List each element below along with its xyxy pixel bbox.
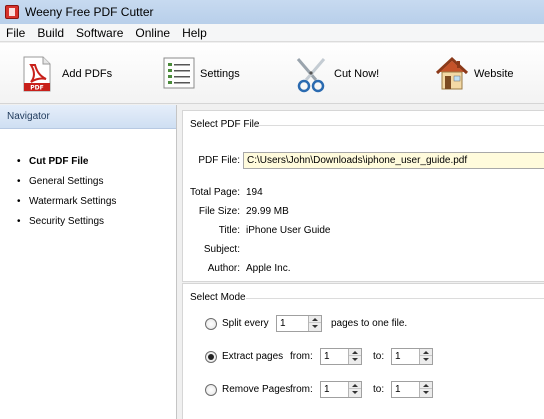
menu-software[interactable]: Software — [70, 26, 129, 40]
split-every-radio[interactable] — [205, 318, 217, 330]
menu-build[interactable]: Build — [31, 26, 70, 40]
split-suffix-label: pages to one file. — [331, 318, 408, 329]
stepper-up-button[interactable] — [420, 349, 432, 356]
toolbar: PDF Add PDFs Settings Cut Now! Website — [0, 43, 544, 104]
nav-item-security-settings[interactable]: Security Settings — [0, 212, 176, 232]
cut-now-label: Cut Now! — [334, 67, 380, 80]
nav-item-label: General Settings — [29, 176, 104, 187]
website-label: Website — [474, 67, 514, 80]
stepper-buttons — [308, 316, 321, 331]
title-value: iPhone User Guide — [246, 225, 331, 236]
chevron-down-icon — [352, 391, 358, 394]
split-every-label: Split every — [222, 318, 269, 329]
file-size-label: File Size: — [198, 206, 240, 217]
stepper-buttons — [348, 382, 361, 397]
app-pdf-icon — [5, 5, 19, 19]
chevron-up-icon — [423, 383, 429, 387]
settings-label: Settings — [200, 67, 240, 80]
website-button[interactable]: Website — [435, 43, 514, 104]
extract-to-value: 1 — [395, 351, 401, 362]
select-pdf-file-title: Select PDF File — [190, 119, 260, 130]
split-pages-value: 1 — [280, 318, 286, 329]
select-mode-title: Select Mode — [190, 292, 246, 303]
stepper-down-button[interactable] — [420, 389, 432, 396]
add-pdfs-button[interactable]: PDF Add PDFs — [22, 43, 112, 104]
cut-now-button[interactable]: Cut Now! — [294, 43, 379, 104]
stepper-up-button[interactable] — [420, 382, 432, 389]
pdf-file-label: PDF File: — [198, 155, 240, 166]
remove-to-label: to: — [373, 384, 385, 395]
chevron-down-icon — [423, 391, 429, 394]
file-size-value: 29.99 MB — [246, 206, 289, 217]
chevron-up-icon — [352, 383, 358, 387]
chevron-up-icon — [312, 317, 318, 321]
remove-to-stepper[interactable]: 1 — [391, 381, 433, 398]
total-page-label: Total Page: — [189, 187, 240, 198]
window-title: Weeny Free PDF Cutter — [25, 5, 154, 19]
stepper-down-button[interactable] — [420, 356, 432, 363]
author-value: Apple Inc. — [246, 263, 291, 274]
extract-from-value: 1 — [324, 351, 330, 362]
chevron-down-icon — [312, 325, 318, 328]
group-divider — [255, 125, 544, 126]
extract-pages-label: Extract pages — [222, 351, 284, 362]
stepper-buttons — [419, 382, 432, 397]
subject-label: Subject: — [203, 244, 240, 255]
select-mode-group: Select Mode Split every 1 pages to one f… — [182, 283, 544, 419]
remove-pages-radio[interactable] — [205, 384, 217, 396]
menu-help[interactable]: Help — [176, 26, 213, 40]
remove-pages-label: Remove Pages — [222, 384, 291, 395]
checklist-icon — [161, 56, 197, 92]
settings-button[interactable]: Settings — [161, 43, 240, 104]
main-panel: Select PDF File PDF File: C:\Users\John\… — [182, 105, 544, 419]
chevron-up-icon — [352, 350, 358, 354]
navigator-panel: Navigator Cut PDF File General Settings … — [0, 105, 177, 419]
stepper-buttons — [348, 349, 361, 364]
nav-item-watermark-settings[interactable]: Watermark Settings — [0, 192, 176, 212]
extract-from-stepper[interactable]: 1 — [320, 348, 362, 365]
svg-text:PDF: PDF — [30, 84, 43, 91]
extract-pages-radio[interactable] — [205, 351, 217, 363]
stepper-down-button[interactable] — [349, 389, 361, 396]
chevron-up-icon — [423, 350, 429, 354]
extract-to-label: to: — [373, 351, 385, 362]
nav-item-label: Cut PDF File — [29, 156, 89, 167]
remove-to-value: 1 — [395, 384, 401, 395]
remove-from-value: 1 — [324, 384, 330, 395]
menu-file[interactable]: File — [0, 26, 31, 40]
chevron-down-icon — [423, 358, 429, 361]
nav-item-general-settings[interactable]: General Settings — [0, 172, 176, 192]
title-label: Title: — [218, 225, 240, 236]
stepper-up-button[interactable] — [349, 349, 361, 356]
stepper-down-button[interactable] — [309, 323, 321, 330]
total-page-value: 194 — [246, 187, 263, 198]
extract-from-label: from: — [290, 351, 313, 362]
chevron-down-icon — [352, 358, 358, 361]
menu-bar: File Build Software Online Help — [0, 24, 544, 42]
menu-online[interactable]: Online — [129, 26, 176, 40]
remove-from-label: from: — [290, 384, 313, 395]
navigator-list: Cut PDF File General Settings Watermark … — [0, 129, 176, 232]
pdf-file-input[interactable]: C:\Users\John\Downloads\iphone_user_guid… — [243, 152, 544, 169]
add-pdfs-label: Add PDFs — [62, 67, 113, 80]
pdf-document-icon: PDF — [22, 56, 56, 92]
select-pdf-file-group: Select PDF File PDF File: C:\Users\John\… — [182, 110, 544, 282]
stepper-buttons — [419, 349, 432, 364]
author-label: Author: — [207, 263, 240, 274]
stepper-up-button[interactable] — [349, 382, 361, 389]
navigator-header: Navigator — [0, 105, 176, 129]
stepper-up-button[interactable] — [309, 316, 321, 323]
house-icon — [435, 56, 469, 92]
title-bar: Weeny Free PDF Cutter — [0, 0, 544, 24]
nav-item-label: Watermark Settings — [29, 196, 117, 207]
remove-from-stepper[interactable]: 1 — [320, 381, 362, 398]
group-divider — [246, 298, 544, 299]
nav-item-label: Security Settings — [29, 216, 105, 227]
stepper-down-button[interactable] — [349, 356, 361, 363]
split-pages-stepper[interactable]: 1 — [276, 315, 322, 332]
scissors-icon — [294, 56, 328, 92]
nav-item-cut-pdf-file[interactable]: Cut PDF File — [0, 152, 176, 172]
extract-to-stepper[interactable]: 1 — [391, 348, 433, 365]
